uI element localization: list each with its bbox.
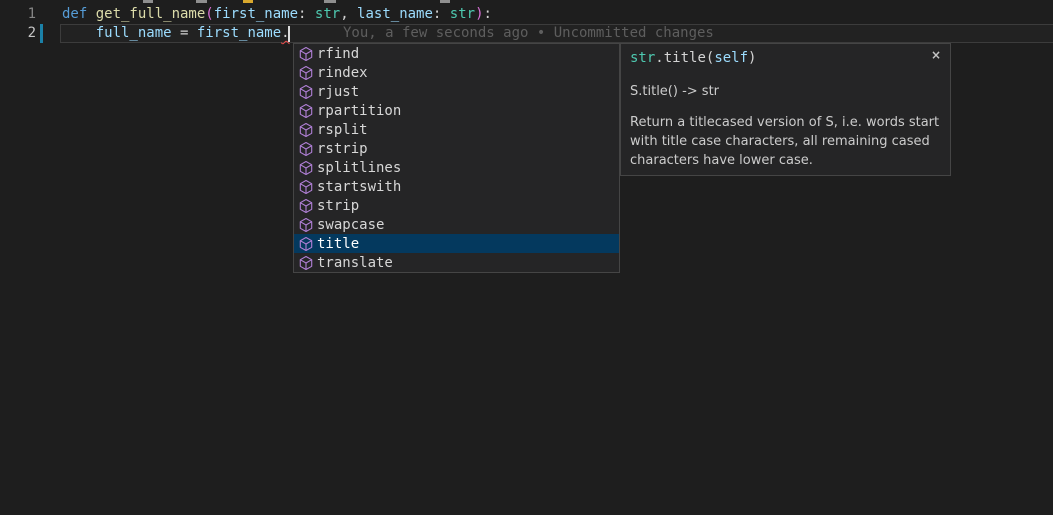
suggest-docs-panel: str.title(self) × S.title() -> str Retur… xyxy=(620,43,951,176)
line-number-1[interactable]: 1 xyxy=(0,5,36,24)
symbol-method-icon xyxy=(298,179,314,195)
suggestion-label: startswith xyxy=(317,179,401,195)
code-token: str xyxy=(315,6,340,22)
symbol-method-icon xyxy=(298,46,314,62)
code-token: : xyxy=(484,6,492,22)
code-line-2[interactable]: full_name = first_name. xyxy=(62,24,290,43)
suggestion-item[interactable]: rstrip xyxy=(294,139,619,158)
clipped-code-fragment xyxy=(243,0,253,3)
suggestion-label: rindex xyxy=(317,65,368,81)
suggestion-item[interactable]: rindex xyxy=(294,63,619,82)
code-token: ) xyxy=(748,50,756,66)
suggestion-label: rpartition xyxy=(317,103,401,119)
suggest-widget: rfind rindex rjust rpartition rsplit rst… xyxy=(293,43,620,273)
code-token xyxy=(62,25,96,41)
suggestion-item[interactable]: strip xyxy=(294,196,619,215)
suggestion-item[interactable]: startswith xyxy=(294,177,619,196)
docs-description: Return a titlecased version of S, i.e. w… xyxy=(630,113,941,170)
docs-summary: S.title() -> str xyxy=(630,83,941,100)
line-number-2[interactable]: 2 xyxy=(0,24,36,43)
symbol-method-icon xyxy=(298,217,314,233)
code-token: first_name xyxy=(214,6,298,22)
symbol-method-icon xyxy=(298,255,314,271)
code-token: ( xyxy=(205,6,213,22)
code-token: = xyxy=(172,25,197,41)
git-modified-gutter-bar xyxy=(40,24,43,43)
code-token: str xyxy=(630,50,655,66)
clipped-code-fragment xyxy=(196,0,207,3)
code-token: self xyxy=(714,50,748,66)
suggestion-label: rjust xyxy=(317,84,359,100)
code-token: full_name xyxy=(96,25,172,41)
suggestion-label: swapcase xyxy=(317,217,384,233)
suggestion-label: rstrip xyxy=(317,141,368,157)
symbol-method-icon xyxy=(298,84,314,100)
suggestion-label: rfind xyxy=(317,46,359,62)
suggestion-item[interactable]: rsplit xyxy=(294,120,619,139)
suggestion-label: translate xyxy=(317,255,393,271)
code-token: def xyxy=(62,6,96,22)
symbol-method-icon xyxy=(298,122,314,138)
suggestion-item[interactable]: rjust xyxy=(294,82,619,101)
clipped-code-fragment xyxy=(324,0,336,3)
suggestion-item[interactable]: swapcase xyxy=(294,215,619,234)
code-token: first_name xyxy=(197,25,281,41)
symbol-method-icon xyxy=(298,236,314,252)
code-token: : xyxy=(298,6,315,22)
code-token: str xyxy=(450,6,475,22)
suggestion-label: rsplit xyxy=(317,122,368,138)
suggestion-label: strip xyxy=(317,198,359,214)
symbol-method-icon xyxy=(298,65,314,81)
docs-signature: str.title(self) xyxy=(630,50,941,67)
code-token: ) xyxy=(475,6,483,22)
text-cursor xyxy=(288,26,290,42)
vscode-editor-window: 1 2 def get_full_name(first_name: str, l… xyxy=(0,0,1053,515)
suggestion-item[interactable]: splitlines xyxy=(294,158,619,177)
symbol-method-icon xyxy=(298,160,314,176)
code-token: , xyxy=(340,6,357,22)
code-token: .title( xyxy=(655,50,714,66)
suggestion-item[interactable]: rfind xyxy=(294,44,619,63)
code-token: get_full_name xyxy=(96,6,206,22)
suggestion-label: title xyxy=(317,236,359,252)
clipped-code-fragment xyxy=(143,0,153,3)
suggestion-label: splitlines xyxy=(317,160,401,176)
code-token: : xyxy=(433,6,450,22)
symbol-method-icon xyxy=(298,103,314,119)
suggestion-item[interactable]: rpartition xyxy=(294,101,619,120)
suggestion-item[interactable]: translate xyxy=(294,253,619,272)
code-token: last_name xyxy=(357,6,433,22)
symbol-method-icon xyxy=(298,141,314,157)
clipped-code-fragment xyxy=(440,0,450,3)
close-icon[interactable]: × xyxy=(927,47,945,63)
suggestion-item[interactable]: title xyxy=(294,234,619,253)
code-line-1[interactable]: def get_full_name(first_name: str, last_… xyxy=(62,5,492,24)
gitlens-blame-annotation: You, a few seconds ago • Uncommitted cha… xyxy=(343,24,714,43)
symbol-method-icon xyxy=(298,198,314,214)
